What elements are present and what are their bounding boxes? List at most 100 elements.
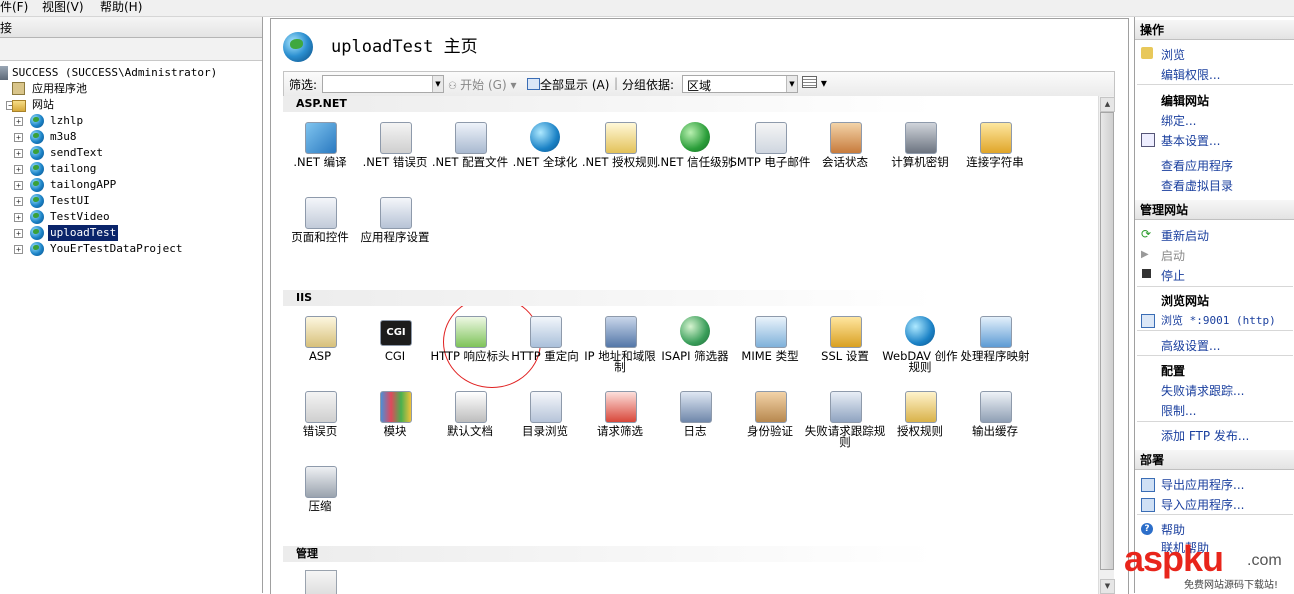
- feature-tile[interactable]: 页面和控件: [283, 197, 357, 263]
- feature-tile[interactable]: 处理程序映射: [958, 316, 1032, 382]
- app-settings-icon: [380, 197, 412, 229]
- stop-icon: [1142, 269, 1151, 278]
- feature-tile[interactable]: .NET 授权规则: [582, 122, 658, 188]
- advanced-settings-link[interactable]: 高级设置...: [1161, 337, 1220, 354]
- tree-node-label: TestVideo: [50, 210, 110, 223]
- failed-request-tracing-link[interactable]: 失败请求跟踪...: [1161, 382, 1244, 399]
- limits-link[interactable]: 限制...: [1161, 402, 1196, 419]
- cgi-icon: CGI: [380, 320, 412, 346]
- edit-permissions-link[interactable]: 编辑权限...: [1161, 66, 1220, 83]
- feature-tile[interactable]: 应用程序设置: [358, 197, 432, 263]
- feature-tile[interactable]: ASP: [283, 316, 357, 382]
- feature-tile[interactable]: 计算机密钥: [883, 122, 957, 188]
- feature-tile[interactable]: .NET 错误页: [358, 122, 432, 188]
- feature-tile-label: 日志: [683, 424, 707, 438]
- feature-tile[interactable]: 请求筛选: [583, 391, 657, 457]
- tree-node-label: 应用程序池: [32, 82, 87, 95]
- restart-link[interactable]: 重新启动: [1161, 227, 1209, 244]
- group-header[interactable]: 管理: [283, 546, 1098, 562]
- connection-strings-icon: [980, 122, 1012, 154]
- feature-tile-label: .NET 错误页: [362, 155, 428, 169]
- feature-tile[interactable]: 身份验证: [733, 391, 807, 457]
- basic-settings-link[interactable]: 基本设置...: [1161, 132, 1220, 149]
- help-link[interactable]: 帮助: [1161, 521, 1185, 538]
- expand-icon[interactable]: +: [14, 213, 23, 222]
- expand-icon[interactable]: +: [14, 197, 23, 206]
- feature-tile[interactable]: 压缩: [283, 466, 357, 532]
- feature-tile-label: 身份验证: [747, 424, 793, 438]
- expand-icon[interactable]: +: [14, 181, 23, 190]
- feature-tile[interactable]: .NET 全球化: [508, 122, 582, 188]
- logging-icon: [680, 391, 712, 423]
- group-header[interactable]: ASP.NET: [283, 96, 1098, 112]
- connections-header: 接: [0, 17, 262, 38]
- feature-tile[interactable]: 错误页: [283, 391, 357, 457]
- view-applications-link[interactable]: 查看应用程序: [1161, 157, 1233, 174]
- import-app-icon: [1141, 498, 1155, 512]
- start-link[interactable]: 启动: [1161, 247, 1185, 264]
- ssl-settings-icon: [830, 316, 862, 348]
- output-caching-icon: [980, 391, 1012, 423]
- feature-tile[interactable]: WebDAV 创作规则: [882, 316, 958, 382]
- filter-input[interactable]: ▼: [322, 75, 444, 93]
- feature-tile[interactable]: SSL 设置: [808, 316, 882, 382]
- menu-view[interactable]: 视图(V): [42, 0, 84, 14]
- scroll-thumb[interactable]: [1100, 112, 1114, 570]
- feature-tile-label: WebDAV 创作规则: [882, 349, 958, 374]
- feature-tile[interactable]: .NET 信任级别: [657, 122, 733, 188]
- feature-tile[interactable]: SMTP 电子邮件: [730, 122, 810, 188]
- feature-tile[interactable]: .NET 配置文件: [432, 122, 508, 188]
- go-button[interactable]: ⚇ 开始 (G) ▾: [448, 76, 516, 93]
- restart-icon: ⟳: [1141, 227, 1152, 241]
- vertical-scrollbar[interactable]: ▲ ▼: [1098, 96, 1115, 594]
- feature-tile-label: .NET 信任级别: [656, 155, 734, 169]
- expand-icon[interactable]: +: [14, 133, 23, 142]
- view-virtual-directories-link[interactable]: 查看虚拟目录: [1161, 177, 1233, 194]
- feature-tile[interactable]: CGI CGI: [358, 316, 432, 382]
- net-error-pages-icon: [380, 122, 412, 154]
- stop-link[interactable]: 停止: [1161, 267, 1185, 284]
- show-all-button[interactable]: 全部显示 (A): [527, 76, 609, 93]
- view-mode-button[interactable]: ▾: [802, 76, 827, 90]
- feature-tile-label: 页面和控件: [291, 230, 349, 244]
- group-header[interactable]: IIS: [283, 290, 1098, 306]
- browse-port-link[interactable]: 浏览 *:9001 (http): [1161, 312, 1276, 328]
- feature-tile[interactable]: MIME 类型: [733, 316, 807, 382]
- feature-tile[interactable]: 连接字符串: [958, 122, 1032, 188]
- export-application-link[interactable]: 导出应用程序...: [1161, 476, 1244, 493]
- feature-tile[interactable]: 授权规则: [883, 391, 957, 457]
- scroll-up-button[interactable]: ▲: [1100, 97, 1115, 112]
- expand-icon[interactable]: +: [14, 165, 23, 174]
- feature-tile[interactable]: .NET 编译: [283, 122, 357, 188]
- feature-tile[interactable]: HTTP 响应标头: [430, 316, 510, 382]
- net-trust-levels-icon: [680, 122, 710, 152]
- chevron-down-icon[interactable]: ▼: [786, 76, 797, 92]
- feature-tile-label: SSL 设置: [821, 349, 869, 363]
- browse-link[interactable]: 浏览: [1161, 46, 1185, 63]
- feature-tile[interactable]: 输出缓存: [958, 391, 1032, 457]
- expand-icon[interactable]: +: [14, 229, 23, 238]
- menu-help[interactable]: 帮助(H): [100, 0, 142, 14]
- expand-icon[interactable]: +: [14, 149, 23, 158]
- expand-icon[interactable]: +: [14, 245, 23, 254]
- feature-tile[interactable]: 默认文档: [433, 391, 507, 457]
- feature-tile[interactable]: IP 地址和域限制: [583, 316, 657, 382]
- bindings-link[interactable]: 绑定...: [1161, 112, 1196, 129]
- expand-icon[interactable]: +: [14, 117, 23, 126]
- feature-tile[interactable]: 会话状态: [808, 122, 882, 188]
- import-application-link[interactable]: 导入应用程序...: [1161, 496, 1244, 513]
- site-globe-icon: [283, 32, 313, 62]
- feature-tile[interactable]: ISAPI 筛选器: [658, 316, 732, 382]
- group-by-select[interactable]: 区域 ▼: [682, 75, 798, 93]
- chevron-down-icon[interactable]: ▼: [432, 76, 443, 92]
- management-feature-icon[interactable]: [305, 570, 337, 594]
- menu-file[interactable]: 件(F): [0, 0, 28, 14]
- scroll-down-button[interactable]: ▼: [1100, 579, 1115, 594]
- feature-tile[interactable]: 日志: [658, 391, 732, 457]
- feature-tile[interactable]: 模块: [358, 391, 432, 457]
- feature-tile[interactable]: HTTP 重定向: [508, 316, 582, 382]
- toolbar-separator: |: [614, 76, 619, 90]
- feature-tile[interactable]: 失败请求跟踪规则: [805, 391, 885, 457]
- add-ftp-publishing-link[interactable]: 添加 FTP 发布...: [1161, 427, 1249, 444]
- feature-tile[interactable]: 目录浏览: [508, 391, 582, 457]
